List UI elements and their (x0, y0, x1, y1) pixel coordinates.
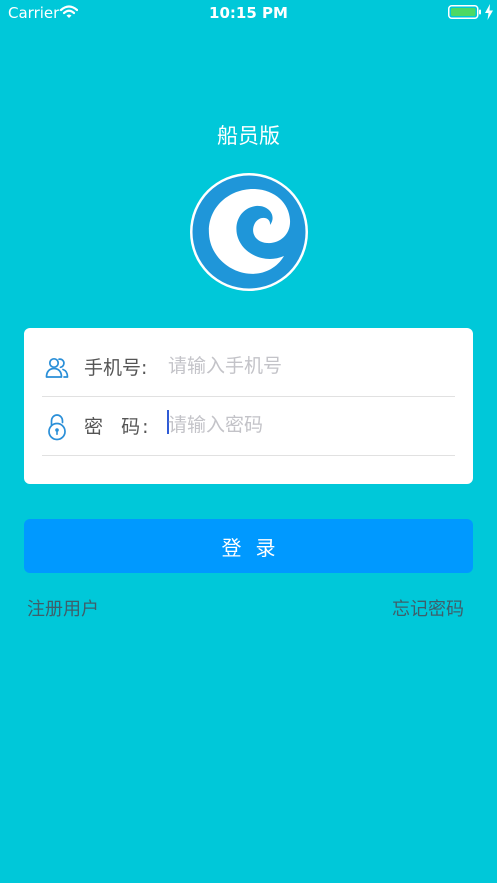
battery-icon (448, 5, 481, 19)
login-form-card: 手机号: 密 码: (24, 328, 473, 484)
phone-field-row: 手机号: (42, 338, 455, 397)
clock-time: 10:15 PM (209, 4, 288, 22)
phone-input[interactable] (168, 348, 448, 384)
password-label: 密 码: (84, 416, 151, 438)
register-link[interactable]: 注册用户 (27, 595, 99, 621)
phone-label: 手机号: (84, 357, 148, 379)
status-bar: Carrier 10:15 PM (0, 0, 497, 26)
forgot-password-link[interactable]: 忘记密码 (392, 595, 464, 621)
wave-logo-icon (190, 173, 308, 291)
lock-icon (48, 414, 66, 441)
login-button[interactable]: 登录 (24, 519, 473, 573)
app-title: 船员版 (217, 124, 280, 148)
password-input[interactable] (168, 407, 448, 443)
users-icon (45, 357, 69, 378)
charging-icon (485, 4, 493, 20)
password-field-row: 密 码: (42, 397, 455, 456)
